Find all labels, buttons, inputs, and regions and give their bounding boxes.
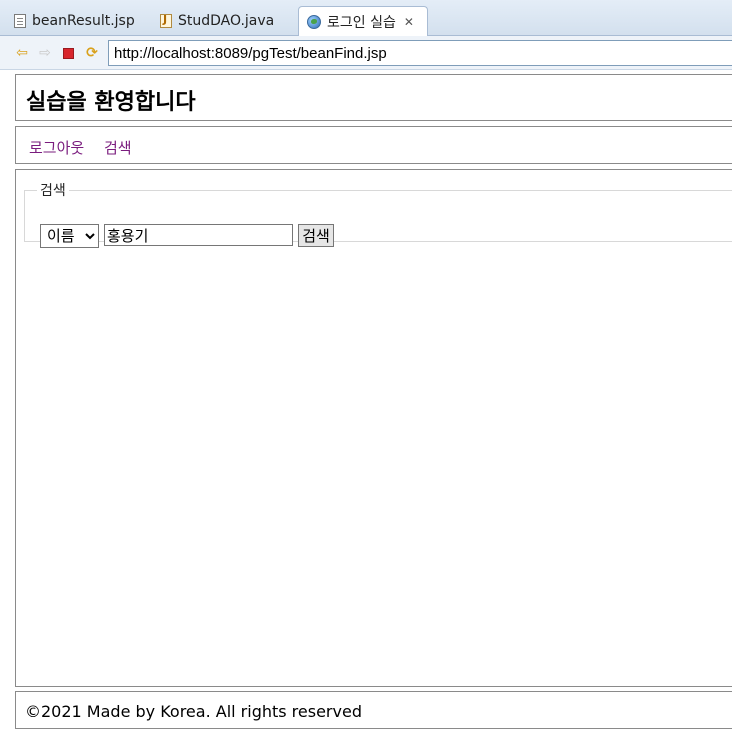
content-frame: 검색 이름 검색	[15, 169, 732, 687]
search-fieldset: 검색 이름 검색	[24, 180, 732, 248]
tab-login-practice[interactable]: 로그인 실습 ✕	[298, 6, 428, 37]
browser-toolbar: ⇦ ⇨ ⟳	[0, 36, 732, 70]
back-arrow-icon[interactable]: ⇦	[14, 45, 30, 61]
search-button[interactable]: 검색	[298, 224, 334, 247]
java-file-icon	[160, 13, 172, 28]
tab-label: beanResult.jsp	[32, 13, 135, 29]
page-title: 실습을 환영합니다	[26, 90, 196, 115]
forward-arrow-icon[interactable]: ⇨	[37, 45, 53, 61]
editor-tab-bar: beanResult.jsp StudDAO.java 로그인 실습 ✕	[0, 0, 732, 37]
search-link[interactable]: 검색	[104, 137, 132, 158]
menu-frame: 로그아웃 검색	[15, 126, 732, 164]
document-icon	[14, 14, 26, 28]
tab-beanresult[interactable]: beanResult.jsp	[6, 6, 146, 36]
tab-label: 로그인 실습	[327, 15, 396, 31]
url-input[interactable]	[108, 40, 732, 66]
close-icon[interactable]: ✕	[404, 15, 414, 29]
search-legend: 검색	[40, 183, 66, 199]
globe-icon	[307, 15, 321, 29]
tab-studdao[interactable]: StudDAO.java	[152, 6, 294, 36]
logout-link[interactable]: 로그아웃	[29, 137, 84, 158]
footer-frame: ©2021 Made by Korea. All rights reserved	[15, 691, 732, 729]
refresh-icon[interactable]: ⟳	[84, 45, 100, 61]
tab-label: StudDAO.java	[178, 13, 275, 29]
search-field-select[interactable]: 이름	[40, 224, 99, 248]
search-input[interactable]	[104, 224, 293, 246]
footer-copyright: ©2021 Made by Korea. All rights reserved	[25, 702, 362, 721]
header-frame: 실습을 환영합니다	[15, 74, 732, 121]
stop-icon[interactable]	[63, 48, 74, 59]
